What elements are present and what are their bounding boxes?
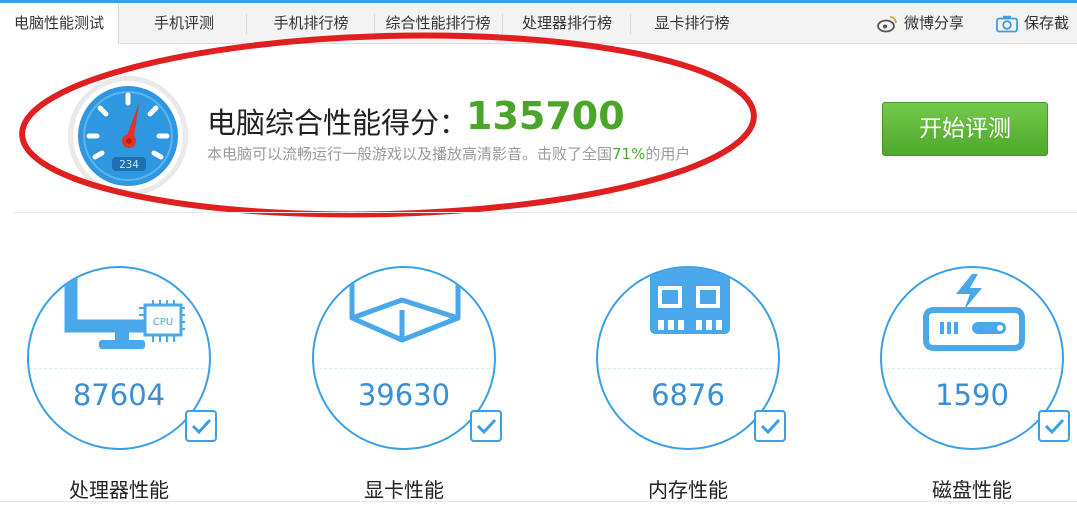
metric-memory[interactable]: 6876 内存性能 <box>586 255 806 509</box>
memory-label: 内存性能 <box>648 478 728 502</box>
tab-separator <box>246 14 247 34</box>
disk-score: 1590 <box>935 378 1009 412</box>
weibo-share-button[interactable]: 微博分享 <box>876 3 964 43</box>
checkbox-checked-icon[interactable] <box>185 410 217 442</box>
camera-icon <box>996 15 1018 32</box>
score-desc-prefix: 本电脑可以流畅运行一般游戏以及播放高清影音。击败了全国 <box>207 145 613 163</box>
metric-ring: CPU <box>27 266 211 450</box>
gauge-reading: 234 <box>119 158 139 171</box>
cpu-chip-text: CPU <box>153 317 173 328</box>
score-desc-suffix: 的用户 <box>645 145 691 163</box>
gpu-score: 39630 <box>357 378 451 412</box>
tab-separator <box>374 14 375 34</box>
checkbox-checked-icon[interactable] <box>470 410 502 442</box>
section-divider <box>13 212 1077 213</box>
beat-percentage: 71% <box>612 145 646 163</box>
cube-icon <box>349 268 461 343</box>
tab-cpu-ranking[interactable]: 处理器排行榜 <box>508 3 626 43</box>
tab-phone-ranking[interactable]: 手机排行榜 <box>252 3 370 43</box>
metric-cpu[interactable]: CPU 87604 处理器性能 <box>17 255 237 509</box>
tab-pc-benchmark[interactable]: 电脑性能测试 <box>0 3 119 44</box>
weibo-icon <box>877 15 897 32</box>
save-screenshot-label: 保存截 <box>1024 14 1070 32</box>
save-screenshot-button[interactable]: 保存截 <box>996 3 1069 43</box>
weibo-share-label: 微博分享 <box>904 14 965 32</box>
score-description: 本电脑可以流畅运行一般游戏以及播放高清影音。击败了全国71%的用户 <box>207 143 690 164</box>
tab-separator <box>630 14 631 34</box>
gauge-icon: 234 <box>68 76 188 196</box>
checkbox-checked-icon[interactable] <box>754 410 786 442</box>
gpu-label: 显卡性能 <box>364 478 444 502</box>
metric-ring <box>596 266 780 450</box>
top-nav-bar: 电脑性能测试 手机评测 手机排行榜 综合性能排行榜 处理器排行榜 显卡排行榜 微… <box>0 0 1077 44</box>
checkbox-checked-icon[interactable] <box>1038 410 1070 442</box>
start-benchmark-button[interactable]: 开始评测 <box>882 102 1048 156</box>
bottom-divider <box>0 501 1077 502</box>
metric-disk[interactable]: 1590 磁盘性能 <box>870 255 1077 509</box>
tab-phone-review[interactable]: 手机评测 <box>128 3 240 43</box>
metric-ring <box>312 266 496 450</box>
tab-gpu-ranking[interactable]: 显卡排行榜 <box>640 3 744 43</box>
memory-score: 6876 <box>651 378 725 412</box>
monitor-cpu-icon: CPU <box>64 274 185 349</box>
disk-label: 磁盘性能 <box>932 478 1012 502</box>
cpu-label: 处理器性能 <box>69 478 169 502</box>
metric-ring <box>880 266 1064 450</box>
tab-separator <box>502 14 503 34</box>
total-score-value: 135700 <box>466 94 625 138</box>
score-title: 电脑综合性能得分： <box>207 106 469 140</box>
memory-chip-icon <box>650 268 730 334</box>
cpu-score: 87604 <box>72 378 166 412</box>
hard-disk-icon <box>923 274 1025 351</box>
metric-gpu[interactable]: 39630 显卡性能 <box>302 255 522 509</box>
tab-overall-ranking[interactable]: 综合性能排行榜 <box>378 3 498 43</box>
